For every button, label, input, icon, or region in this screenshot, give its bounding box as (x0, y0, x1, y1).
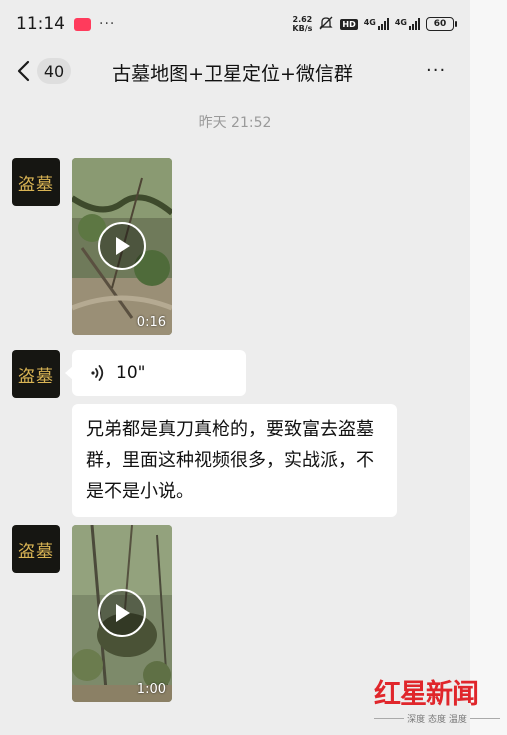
battery-level: 60 (433, 19, 447, 29)
sender-avatar[interactable]: 盗墓 (12, 158, 60, 206)
mute-icon (318, 15, 334, 34)
status-time: 11:14 (16, 14, 65, 34)
play-icon[interactable] (98, 589, 146, 637)
signal-network-label: 4G (394, 18, 407, 27)
signal-network-label: 4G (363, 18, 376, 27)
message-timestamp: 昨天 21:52 (198, 115, 272, 131)
hd-voice-icon: HD (340, 18, 358, 30)
more-horizontal-icon[interactable]: ··· (426, 60, 446, 81)
video-duration: 1:00 (136, 682, 166, 697)
watermark-tagline-text: 深度 态度 温度 (407, 715, 467, 725)
watermark-tagline: 深度 态度 温度 (374, 712, 501, 725)
network-speed-unit: KB/s (292, 24, 313, 33)
signal-strength-icon: 4G (395, 18, 420, 30)
network-speed-value: 2.62 (292, 15, 313, 24)
notification-app-icon (74, 17, 91, 31)
signal-strength-icon: 4G (364, 18, 389, 30)
status-more-icon: ··· (99, 16, 116, 32)
voice-message[interactable]: 10" (65, 350, 246, 396)
video-message[interactable]: 1:00 (72, 525, 172, 702)
watermark: 红星新闻 深度 态度 温度 (374, 672, 501, 725)
video-duration: 0:16 (136, 315, 166, 330)
sender-avatar[interactable]: 盗墓 (12, 350, 60, 398)
status-bar: 11:14 ··· 2.62 KB/s HD 4G 4G 60 (0, 0, 470, 48)
sender-avatar[interactable]: 盗墓 (12, 525, 60, 573)
battery-icon: 60 (426, 17, 457, 31)
side-panel (470, 0, 507, 735)
voice-duration: 10" (116, 363, 146, 383)
watermark-logo: 红星新闻 (374, 679, 479, 710)
status-indicators: 2.62 KB/s HD 4G 4G 60 (292, 15, 457, 34)
chat-header: 40 古墓地图+卫星定位+微信群 ··· (0, 48, 470, 94)
voice-wave-icon (90, 364, 106, 382)
play-icon[interactable] (98, 222, 146, 270)
video-message[interactable]: 0:16 (72, 158, 172, 335)
chat-title: 古墓地图+卫星定位+微信群 (112, 63, 353, 85)
network-speed: 2.62 KB/s (292, 15, 312, 33)
text-message[interactable]: 兄弟都是真刀真枪的，要致富去盗墓群，里面这种视频很多，实战派，不是不是小说。 (72, 404, 397, 517)
